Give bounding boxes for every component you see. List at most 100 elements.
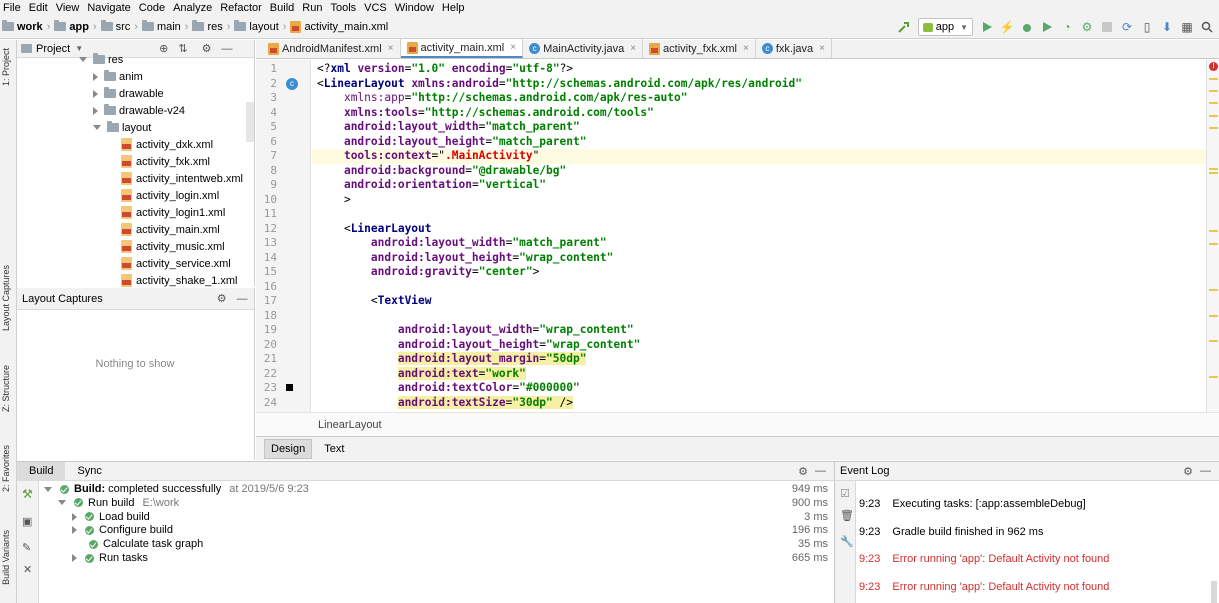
editor-tab[interactable]: activity_fxk.xml × <box>643 39 756 58</box>
sync-gradle-icon[interactable]: ⟳ <box>1118 18 1136 36</box>
tree-item[interactable]: activity_main.xml <box>121 221 220 238</box>
chevron-down-icon[interactable] <box>79 57 87 62</box>
code-line[interactable]: android:layout_width="match_parent" <box>317 120 580 135</box>
coverage-icon[interactable] <box>1038 18 1056 36</box>
tree-item[interactable]: drawable-v24 <box>93 102 185 119</box>
close-icon[interactable]: × <box>510 42 516 53</box>
code-line[interactable]: android:layout_margin="50dp" <box>317 352 587 367</box>
hide-panel-icon[interactable]: — <box>221 43 232 55</box>
hide-panel-icon[interactable]: — <box>815 465 826 477</box>
editor-tab[interactable]: c fxk.java × <box>756 39 832 58</box>
breadcrumb-2[interactable]: src › <box>100 20 138 33</box>
code-line[interactable]: android:layout_width="wrap_content" <box>317 323 634 338</box>
breadcrumb-0[interactable]: work › <box>2 20 50 33</box>
run-icon[interactable] <box>978 18 996 36</box>
tree-item[interactable]: anim <box>93 68 143 85</box>
structure-tool-tab[interactable]: Z: Structure <box>1 365 11 412</box>
menu-item-edit[interactable]: Edit <box>29 1 48 15</box>
code-line[interactable]: <LinearLayout <box>317 222 432 237</box>
apply-changes-icon[interactable]: ⚡ <box>998 18 1016 36</box>
event-log-entry[interactable]: 9:23 Error running 'app': Default Activit… <box>859 581 1109 593</box>
pin-icon[interactable]: ✎ <box>22 541 31 554</box>
code-line[interactable]: android:layout_width="match_parent" <box>317 236 607 251</box>
error-indicator-icon[interactable]: ! <box>1209 62 1218 71</box>
close-icon[interactable]: × <box>630 43 636 54</box>
build-variants-tool-tab[interactable]: Build Variants <box>1 530 11 585</box>
hide-panel-icon[interactable]: — <box>1200 465 1211 477</box>
build-row[interactable]: Build: completed successfully at 2019/5/6 … <box>44 483 309 495</box>
editor-tab[interactable]: c MainActivity.java × <box>523 39 644 58</box>
menu-item-build[interactable]: Build <box>270 1 294 15</box>
chevron-down-icon[interactable] <box>44 486 52 492</box>
close-icon[interactable]: × <box>743 43 749 54</box>
tree-item[interactable]: drawable <box>93 85 164 102</box>
build-row[interactable]: Load build <box>72 511 150 523</box>
code-line[interactable]: android:textSize="30dp" /> <box>317 395 573 411</box>
chevron-down-icon[interactable] <box>93 125 101 130</box>
tree-item[interactable]: activity_shake_1.xml <box>121 272 238 289</box>
event-log-entry[interactable]: 9:23 Gradle build finished in 962 ms <box>859 526 1043 538</box>
chevron-right-icon[interactable] <box>72 512 77 521</box>
project-view-select[interactable]: Project <box>36 43 70 55</box>
code-line[interactable]: android:background="@drawable/bg" <box>317 164 566 179</box>
code-line[interactable]: tools:context=".MainActivity" <box>317 149 539 164</box>
wrench-icon[interactable]: 🔧 <box>840 535 854 548</box>
menu-item-vcs[interactable]: VCS <box>364 1 387 15</box>
chevron-right-icon[interactable] <box>93 106 98 115</box>
menu-item-navigate[interactable]: Navigate <box>87 1 130 15</box>
breadcrumb-4[interactable]: res › <box>192 20 230 33</box>
menu-item-run[interactable]: Run <box>302 1 322 15</box>
menu-item-help[interactable]: Help <box>442 1 465 15</box>
menu-item-analyze[interactable]: Analyze <box>173 1 212 15</box>
trash-icon[interactable]: 🗑 <box>840 509 854 522</box>
tree-item[interactable]: activity_fxk.xml <box>121 153 210 170</box>
tree-item[interactable]: activity_music.xml <box>121 238 225 255</box>
hide-panel-icon[interactable]: — <box>237 293 248 305</box>
code-line[interactable]: android:orientation="vertical" <box>317 178 546 193</box>
tree-item[interactable]: layout <box>93 119 151 136</box>
event-log-entry[interactable]: 9:23 Executing tasks: [:app:assembleDebug… <box>859 498 1086 510</box>
editor-tab[interactable]: activity_main.xml × <box>400 39 524 58</box>
code-line[interactable]: > <box>317 193 351 208</box>
profile-icon[interactable]: ◔ <box>1058 18 1076 36</box>
build-row[interactable]: Run tasks <box>72 552 148 564</box>
build-row[interactable]: Calculate task graph <box>72 538 203 550</box>
tree-item[interactable]: activity_login.xml <box>121 187 219 204</box>
tree-item[interactable]: activity_service.xml <box>121 255 231 272</box>
menu-item-window[interactable]: Window <box>395 1 434 15</box>
sdk-manager-icon[interactable]: ⬇ <box>1158 18 1176 36</box>
build-tab-build[interactable]: Build <box>17 461 66 481</box>
attach-debugger-icon[interactable]: ⚙ <box>1078 18 1096 36</box>
code-line[interactable]: <LinearLayout xmlns:android="http://sche… <box>317 77 802 92</box>
menu-item-refactor[interactable]: Refactor <box>220 1 262 15</box>
chevron-right-icon[interactable] <box>93 72 98 81</box>
breadcrumb-6[interactable]: activity_main.xml <box>290 20 388 33</box>
code-line[interactable]: android:text="work" <box>317 366 526 382</box>
settings-icon[interactable]: ⚙ <box>217 292 227 305</box>
make-project-icon[interactable] <box>895 18 913 36</box>
settings-icon[interactable]: ⚙ <box>1183 465 1193 478</box>
avd-manager-icon[interactable]: ▯ <box>1138 18 1156 36</box>
close-icon[interactable]: × <box>388 43 394 54</box>
design-tab-design[interactable]: Design <box>264 438 313 459</box>
build-row[interactable]: Configure build <box>72 524 173 536</box>
breadcrumb-5[interactable]: layout › <box>234 20 286 33</box>
project-tool-tab[interactable]: 1: Project <box>1 48 11 86</box>
search-icon[interactable] <box>1198 18 1216 36</box>
menu-item-file[interactable]: File <box>3 1 21 15</box>
build-row[interactable]: Run build E:\work <box>58 497 179 509</box>
hammer-icon[interactable]: ⚒ <box>22 487 33 501</box>
settings-icon[interactable]: ⚙ <box>202 42 212 55</box>
close-icon[interactable]: ✕ <box>23 563 32 576</box>
code-line[interactable]: android:layout_height="match_parent" <box>317 135 587 150</box>
project-structure-icon[interactable]: ▦ <box>1178 18 1196 36</box>
code-line[interactable]: xmlns:tools="http://schemas.android.com/… <box>317 106 654 121</box>
code-line[interactable]: android:gravity="center"> <box>317 265 539 280</box>
tree-item[interactable]: res <box>79 51 123 68</box>
code-editor[interactable]: <?xml version="1.0" encoding="utf-8"?> <L… <box>312 60 1206 412</box>
toggle-view-icon[interactable]: ▣ <box>22 515 32 528</box>
favorites-tool-tab[interactable]: 2: Favorites <box>1 445 11 492</box>
menu-item-view[interactable]: View <box>56 1 80 15</box>
collapse-all-icon[interactable]: ⇅ <box>178 42 187 55</box>
breadcrumb-element[interactable]: LinearLayout <box>318 419 382 431</box>
